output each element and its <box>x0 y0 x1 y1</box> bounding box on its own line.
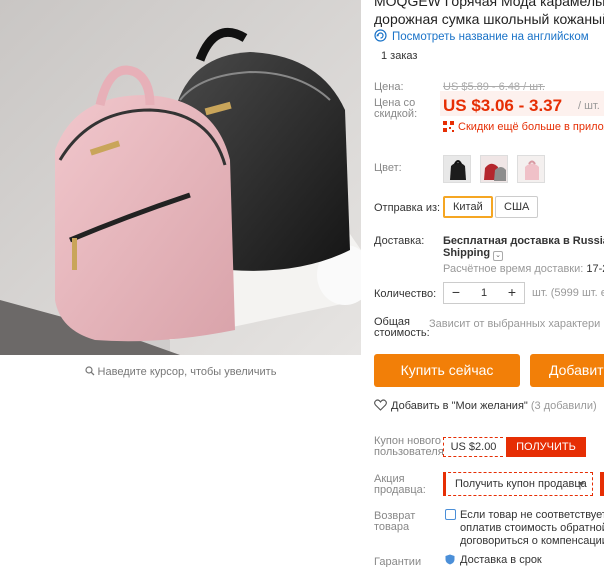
buy-now-button[interactable]: Купить сейчас <box>374 354 520 387</box>
product-title: MOQGEW Горячая Мода карамельный L дорожн… <box>374 0 604 28</box>
quantity-increase-button[interactable]: + <box>502 283 522 303</box>
delivery-label: Доставка: <box>374 235 425 247</box>
seller-coupon-select-text: Получить купон продавца <box>455 478 587 490</box>
delivery-time-label: Расчётное время доставки: <box>443 263 584 275</box>
quantity-input[interactable]: 1 <box>466 283 502 303</box>
wishlist-count: (3 добавили) <box>530 400 597 412</box>
return-text-1: Если товар не соответствует <box>460 509 604 521</box>
product-photo <box>0 0 361 355</box>
return-text-2: оплатив стоимость обратной п <box>460 522 604 534</box>
discount-price-label-2: скидкой: <box>374 108 418 120</box>
translate-link[interactable]: Посмотреть название на английском <box>374 29 589 43</box>
color-swatch-black[interactable] <box>443 155 471 183</box>
wishlist-label: Добавить в "Мои желания" <box>391 400 528 412</box>
ship-from-usa[interactable]: США <box>495 196 539 218</box>
total-note: Зависит от выбранных характери <box>429 318 601 330</box>
translate-icon <box>374 29 387 42</box>
caret-down-icon <box>578 482 584 486</box>
ship-from-label: Отправка из: <box>374 202 441 214</box>
delivery-method-dropdown[interactable]: Shipping ⌄ <box>443 247 504 261</box>
color-swatch-red[interactable] <box>480 155 508 183</box>
current-price: US $3.06 - 3.37 <box>443 96 563 115</box>
return-text-3: договориться о компенсации с <box>460 535 604 547</box>
price-label: Цена: <box>374 81 404 93</box>
coupon-get-button[interactable]: ПОЛУЧИТЬ <box>506 437 586 457</box>
color-swatch-pink[interactable] <box>517 155 545 183</box>
zoom-hint: Наведите курсор, чтобы увеличить <box>0 366 361 379</box>
qr-code-icon <box>443 121 454 132</box>
chevron-down-icon: ⌄ <box>493 251 504 261</box>
ship-from-china[interactable]: Китай <box>443 196 493 218</box>
shield-icon <box>445 554 455 565</box>
price-unit: / шт. <box>578 100 600 112</box>
product-info-panel: MOQGEW Горячая Мода карамельный L дорожн… <box>374 0 604 567</box>
total-label-2: стоимость: <box>374 327 430 339</box>
color-label: Цвет: <box>374 162 402 174</box>
wishlist-link[interactable]: Добавить в "Мои желания" (3 добавили) <box>374 399 597 412</box>
quantity-label: Количество: <box>374 288 437 300</box>
add-to-cart-button[interactable]: Добавит <box>530 354 604 387</box>
seller-extra-button[interactable] <box>600 472 604 496</box>
coupon-amount: US $2.00 <box>443 437 503 457</box>
delivery-method: Бесплатная доставка в Russian F <box>443 235 604 247</box>
zoom-hint-text: Наведите курсор, чтобы увеличить <box>97 366 277 378</box>
delivery-time: Расчётное время доставки: 17-22 <box>443 263 604 275</box>
heart-icon <box>374 399 387 411</box>
app-deal-text: Скидки ещё больше в приложе <box>458 121 604 133</box>
delivery-time-value: 17-22 <box>586 263 604 275</box>
magnifier-icon <box>84 366 95 379</box>
seller-promo-label-2: продавца: <box>374 484 426 496</box>
guarantee-label: Гарантии <box>374 556 422 567</box>
quantity-decrease-button[interactable]: − <box>446 283 466 303</box>
return-label-2: товара <box>374 521 410 533</box>
app-deal-link[interactable]: Скидки ещё больше в приложе <box>443 121 604 133</box>
quantity-availability: шт. (5999 шт. ес <box>532 287 604 299</box>
product-image[interactable] <box>0 0 361 355</box>
orders-count: 1 заказ <box>381 50 418 62</box>
product-title-line-2: дорожная сумка школьный кожаный Sti <box>374 11 604 27</box>
return-icon <box>445 509 456 520</box>
translate-link-text: Посмотреть название на английском <box>392 31 589 43</box>
delivery-method-line-2: Shipping <box>443 247 491 259</box>
coupon-label-2: пользователя <box>374 446 444 458</box>
quantity-stepper: − 1 + <box>443 282 525 304</box>
seller-coupon-select[interactable]: Получить купон продавца <box>443 472 593 496</box>
product-title-line-1: MOQGEW Горячая Мода карамельный L <box>374 0 604 9</box>
guarantee-text: Доставка в срок <box>460 554 542 566</box>
